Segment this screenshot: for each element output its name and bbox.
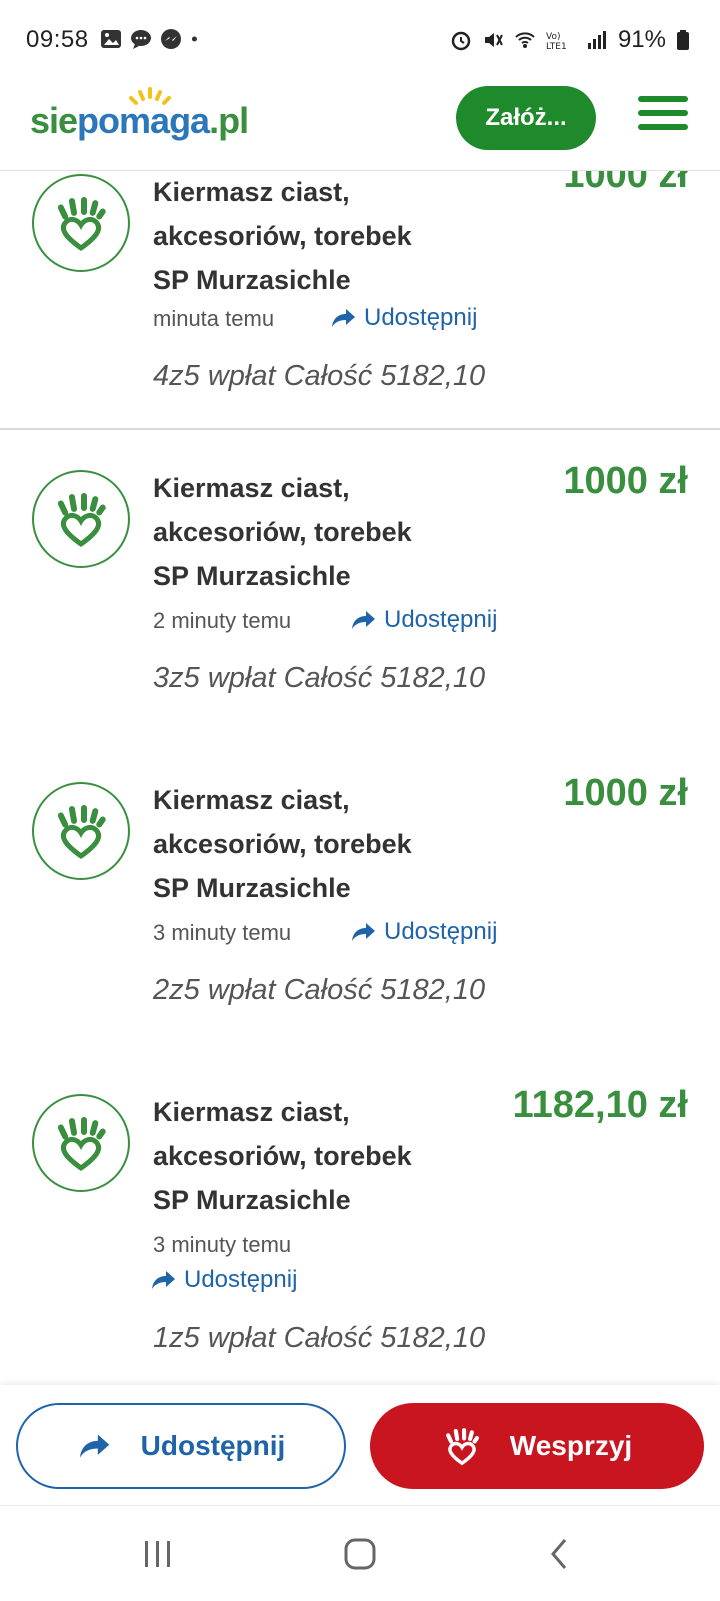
item-donation-count: 1z5 wpłat Całość 5182,10 <box>153 1322 486 1354</box>
back-icon[interactable] <box>536 1530 584 1578</box>
share-link-label: Udostępnij <box>384 918 498 945</box>
share-link-label: Udostępnij <box>184 1266 298 1293</box>
list-item: Kiermasz ciast, akcesoriów, torebek SP M… <box>0 430 720 744</box>
item-time: 3 minuty temu <box>153 920 292 945</box>
logo-part-sie: sie <box>30 100 78 141</box>
share-button[interactable]: Udostępnij <box>16 1403 346 1489</box>
item-title[interactable]: Kiermasz ciast, akcesoriów, torebek SP M… <box>153 466 453 598</box>
item-time: 2 minuty temu <box>153 608 292 633</box>
svg-text:Vo): Vo) <box>546 32 560 42</box>
item-time: 3 minuty temu <box>153 1232 292 1257</box>
list-item: Kiermasz ciast, akcesoriów, torebek SP M… <box>0 170 720 430</box>
item-donation-count: 4z5 wpłat Całość 5182,10 <box>153 360 486 392</box>
system-nav-bar <box>0 1505 720 1601</box>
hand-heart-icon <box>57 805 106 860</box>
support-button-label: Wesprzyj <box>509 1430 633 1461</box>
status-bar: 09:58 Vo) LTE1 91% <box>0 0 720 80</box>
share-button-label: Udostępnij <box>140 1430 286 1461</box>
item-title[interactable]: Kiermasz ciast, akcesoriów, torebek SP M… <box>153 170 453 302</box>
avatar <box>32 470 130 568</box>
item-amount: 1000 zł <box>563 170 688 196</box>
support-button[interactable]: Wesprzyj <box>370 1403 704 1489</box>
site-logo[interactable]: siepomaga.pl <box>30 100 249 142</box>
create-fundraiser-button[interactable]: Załóż... <box>456 86 596 150</box>
item-donation-count: 2z5 wpłat Całość 5182,10 <box>153 974 486 1006</box>
share-arrow-icon <box>352 923 375 941</box>
share-link-label: Udostępnij <box>384 606 498 633</box>
hamburger-icon[interactable] <box>638 90 688 140</box>
bottom-action-bar: Udostępnij Wesprzyj <box>0 1385 720 1505</box>
item-share-link[interactable]: Udostępnij <box>150 1266 297 1294</box>
list-item: Kiermasz ciast, akcesoriów, torebek SP M… <box>0 1054 720 1385</box>
share-arrow-icon <box>332 309 355 327</box>
battery-level: 91% <box>617 26 666 53</box>
alarm-icon <box>451 31 471 51</box>
avatar <box>32 1094 130 1192</box>
item-time: minuta temu <box>153 306 275 331</box>
share-link-label: Udostępnij <box>364 304 478 331</box>
share-arrow-icon <box>79 1434 109 1458</box>
item-amount: 1000 zł <box>563 460 688 502</box>
hand-heart-icon <box>57 197 106 252</box>
home-icon[interactable] <box>336 1530 384 1578</box>
list-item: Kiermasz ciast, akcesoriów, torebek SP M… <box>0 742 720 1056</box>
item-share-link[interactable]: Udostępnij <box>330 304 477 332</box>
logo-part-pl: .pl <box>209 100 249 141</box>
signal-icon <box>587 31 606 49</box>
hand-heart-icon <box>445 1428 479 1466</box>
hand-heart-icon <box>57 493 106 548</box>
share-arrow-icon <box>152 1271 175 1289</box>
volte-icon: Vo)LTE1 <box>546 32 567 51</box>
site-header: siepomaga.pl Załóż... <box>0 80 720 171</box>
hand-heart-icon <box>57 1117 106 1172</box>
battery-icon <box>677 30 689 50</box>
item-title[interactable]: Kiermasz ciast, akcesoriów, torebek SP M… <box>153 1090 453 1222</box>
mute-icon <box>484 33 503 47</box>
item-donation-count: 3z5 wpłat Całość 5182,10 <box>153 662 486 694</box>
messenger-icon <box>161 29 181 49</box>
recent-apps-icon[interactable] <box>134 1530 182 1578</box>
gallery-icon <box>101 30 121 48</box>
item-amount: 1182,10 zł <box>512 1084 688 1126</box>
item-title[interactable]: Kiermasz ciast, akcesoriów, torebek SP M… <box>153 778 453 910</box>
wifi-icon <box>515 32 535 48</box>
status-time: 09:58 <box>26 26 89 53</box>
avatar <box>32 174 130 272</box>
item-amount: 1000 zł <box>563 772 688 814</box>
dot-icon <box>191 36 197 42</box>
item-share-link[interactable]: Udostępnij <box>350 606 497 634</box>
avatar <box>32 782 130 880</box>
logo-part-maga: maga <box>119 100 210 141</box>
logo-part-po: po <box>77 100 120 141</box>
item-share-link[interactable]: Udostępnij <box>350 918 497 946</box>
chat-icon <box>131 30 151 49</box>
share-arrow-icon <box>352 611 375 629</box>
svg-text:LTE1: LTE1 <box>546 42 567 51</box>
donation-list: Kiermasz ciast, akcesoriów, torebek SP M… <box>0 170 720 1385</box>
